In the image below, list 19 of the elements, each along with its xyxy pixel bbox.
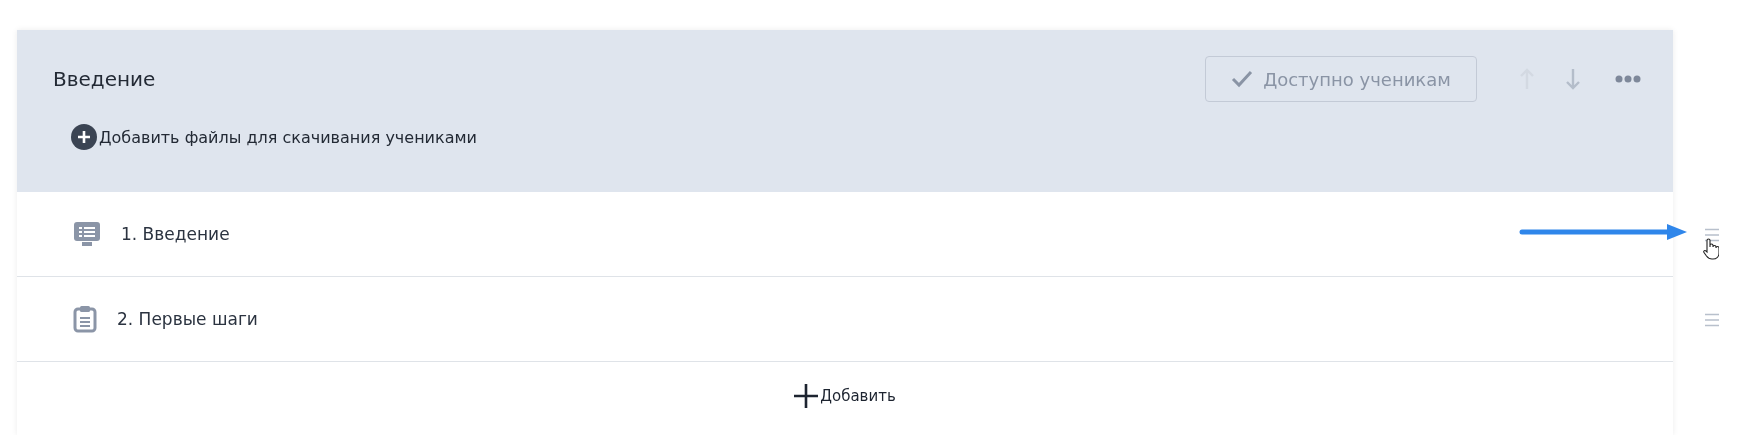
check-icon: [1231, 70, 1254, 88]
add-files-button[interactable]: Добавить файлы для скачивания учениками: [71, 124, 477, 150]
arrow-down-icon: [1565, 68, 1581, 90]
lesson-row[interactable]: 2. Первые шаги: [17, 277, 1673, 362]
add-circle-icon: [71, 124, 97, 150]
drag-handle-icon: [1704, 227, 1720, 242]
plus-icon: [794, 383, 819, 408]
drag-handle[interactable]: [1704, 227, 1720, 242]
drag-handle[interactable]: [1704, 312, 1720, 327]
screen-list-icon: [73, 221, 101, 247]
more-icon: [1615, 75, 1641, 83]
clipboard-icon: [73, 305, 97, 333]
lesson-title: 1. Введение: [121, 224, 230, 244]
add-button[interactable]: Добавить: [788, 382, 902, 409]
drag-handle-icon: [1704, 312, 1720, 327]
module-title: Введение: [53, 67, 156, 91]
hand-cursor-icon: [1703, 238, 1719, 260]
lesson-row[interactable]: 1. Введение: [17, 192, 1673, 277]
lesson-title: 2. Первые шаги: [117, 309, 258, 329]
